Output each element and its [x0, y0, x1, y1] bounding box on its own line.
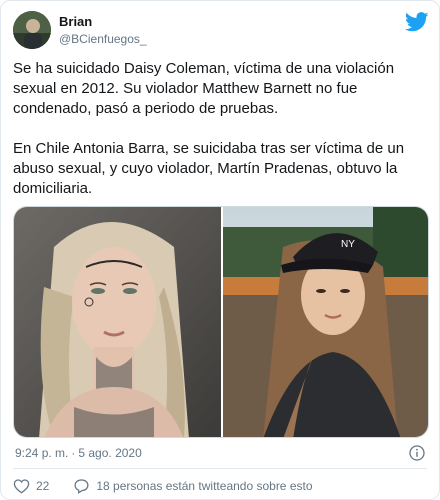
- divider: [13, 468, 427, 469]
- tweet-card: Brian @BCienfuegos_ Se ha suicidado Dais…: [0, 0, 440, 500]
- like-button[interactable]: 22: [13, 478, 73, 494]
- conversation-link[interactable]: 18 personas están twitteando sobre esto: [73, 478, 313, 494]
- heart-icon: [13, 479, 30, 494]
- tweet-actions: 22 18 personas están twitteando sobre es…: [13, 477, 313, 495]
- user-handle[interactable]: @BCienfuegos_: [59, 31, 147, 47]
- tweet-date: 5 ago. 2020: [78, 446, 142, 460]
- display-name[interactable]: Brian: [59, 14, 147, 30]
- tweet-timestamp[interactable]: 9:24 p. m. · 5 ago. 2020: [15, 446, 142, 460]
- timestamp-separator: ·: [71, 446, 76, 460]
- twitter-bird-icon[interactable]: [405, 12, 429, 32]
- tweet-text: Se ha suicidado Daisy Coleman, víctima d…: [13, 60, 405, 197]
- tweet-time: 9:24 p. m.: [15, 446, 69, 460]
- svg-text:NY: NY: [341, 239, 355, 250]
- author-info: Brian @BCienfuegos_: [59, 14, 147, 47]
- tweet-media: NY: [13, 206, 429, 438]
- photo-right[interactable]: NY: [221, 207, 428, 437]
- conversation-count-text: 18 personas están twitteando sobre esto: [96, 479, 313, 493]
- photo-left[interactable]: [14, 207, 221, 437]
- like-count: 22: [36, 479, 50, 493]
- avatar[interactable]: [13, 11, 51, 49]
- info-icon[interactable]: [409, 445, 425, 461]
- tweet-header: Brian @BCienfuegos_: [13, 11, 429, 51]
- speech-bubble-icon: [74, 479, 89, 494]
